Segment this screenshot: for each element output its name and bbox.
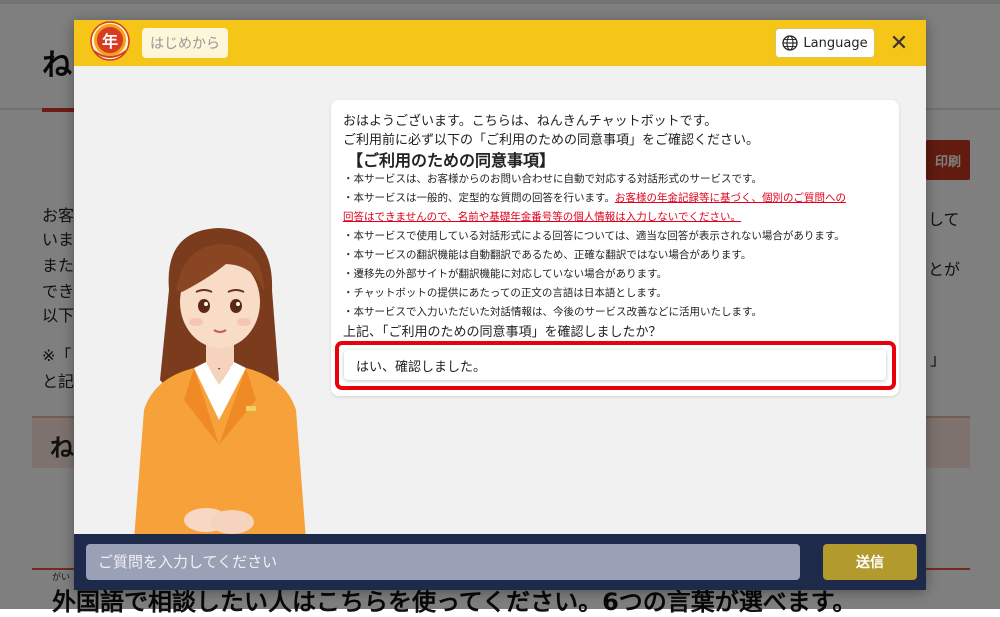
consent-question-text: 上記、「ご利用のための同意事項」を確認しましたか？: [343, 325, 662, 340]
chatbot-dialog: 年 はじめから Language ✕ おはようございます。こちらは、ねんきんチャ…: [74, 20, 926, 590]
restart-button[interactable]: はじめから: [142, 28, 228, 58]
consent-item: ・本サービスで使用している対話形式による回答については、適当な回答が表示されない…: [343, 230, 845, 242]
language-button[interactable]: Language: [775, 28, 875, 58]
bot-greeting-text: おはようございます。こちらは、ねんきんチャットボットです。: [343, 114, 718, 129]
consent-item: ・本サービスは、お客様からのお問い合わせに自動で対応する対話形式のサービスです。: [343, 173, 762, 185]
send-button[interactable]: 送信: [823, 544, 917, 580]
question-input[interactable]: [86, 544, 800, 580]
chat-input-bar: 送信: [74, 534, 926, 590]
consent-item: ・遷移先の外部サイトが翻訳機能に対応していない場合があります。: [343, 268, 668, 280]
personal-info-warning: お客様の年金記録等に基づく、個別のご質問への: [614, 192, 846, 204]
chatbot-header: 年 はじめから Language ✕: [74, 20, 926, 66]
consent-item: ・本サービスの翻訳機能は自動翻訳であるため、正確な翻訳ではない場合があります。: [343, 249, 752, 261]
close-icon[interactable]: ✕: [886, 28, 912, 58]
consent-heading: 【ご利用のための同意事項】: [347, 151, 556, 170]
confirm-answer-button[interactable]: はい、確認しました。: [344, 350, 886, 380]
consent-item-text: ・本サービスは一般的、定型的な質問の回答を行います。: [343, 192, 615, 204]
language-button-label: Language: [803, 35, 868, 51]
operator-avatar: [134, 228, 306, 540]
consent-item: ・チャットボットの提供にあたっての正文の言語は日本語とします。: [343, 287, 667, 299]
nenkin-logo-icon: 年: [94, 24, 126, 56]
consent-item: ・本サービスで入力いただいた対話情報は、今後のサービス改善などに活用いたします。: [343, 306, 762, 318]
bot-confirm-request-text: ご利用前に必ず以下の「ご利用のための同意事項」をご確認ください。: [343, 133, 760, 148]
personal-info-warning-continued: 回答はできませんので、名前や基礎年金番号等の個人情報は入力しないでください。: [343, 211, 741, 223]
globe-icon: [782, 35, 799, 51]
consent-item: ・本サービスは一般的、定型的な質問の回答を行います。お客様の年金記録等に基づく、…: [343, 190, 846, 205]
